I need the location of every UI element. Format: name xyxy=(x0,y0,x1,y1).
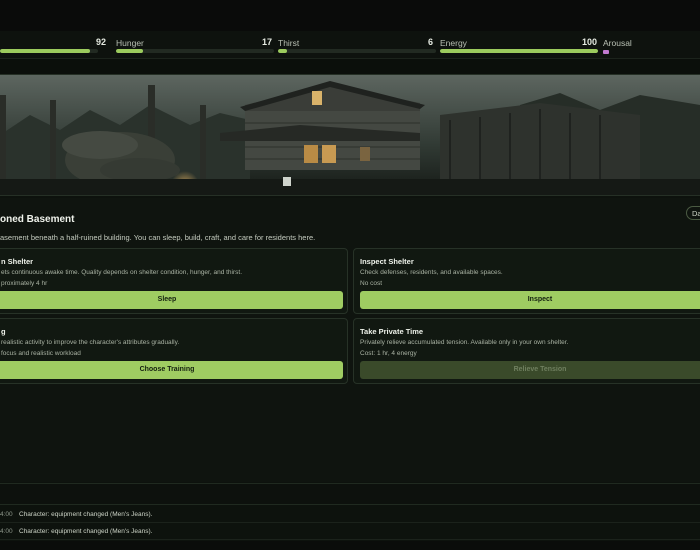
action-cost: No cost xyxy=(360,280,383,287)
action-title: g xyxy=(1,327,6,336)
action-card-inspect: Inspect Shelter Check defenses, resident… xyxy=(353,248,700,314)
location-badge[interactable]: Da xyxy=(686,206,700,220)
energy-bar xyxy=(440,49,598,53)
action-cost: Cost: 1 hr, 4 energy xyxy=(360,350,417,357)
log-time: 4:00 xyxy=(0,511,13,518)
location-description: asement beneath a half-ruined building. … xyxy=(0,233,316,242)
arousal-label: Arousal xyxy=(603,38,632,48)
thirst-value: 6 xyxy=(428,37,434,47)
action-description: Check defenses, residents, and available… xyxy=(360,269,503,276)
log-entry: 4:00 Character: equipment changed (Men's… xyxy=(0,507,700,523)
log-time: 4:00 xyxy=(0,528,13,535)
sleep-button[interactable]: Sleep xyxy=(0,291,343,309)
thirst-fill xyxy=(278,49,288,53)
action-description: realistic activity to improve the charac… xyxy=(1,339,180,346)
log-text: Character: equipment changed (Men's Jean… xyxy=(19,528,153,535)
action-card-sleep: n Shelter ets continuous awake time. Qua… xyxy=(0,248,348,314)
action-title: Inspect Shelter xyxy=(360,257,414,266)
action-cost: focus and realistic workload xyxy=(1,350,81,357)
action-description: Privately relieve accumulated tension. A… xyxy=(360,339,569,346)
log-text: Character: equipment changed (Men's Jean… xyxy=(19,511,153,518)
action-description: ets continuous awake time. Quality depen… xyxy=(1,269,243,276)
hunger-value: 17 xyxy=(262,37,273,47)
inspect-button[interactable]: Inspect xyxy=(360,291,700,309)
health-bar xyxy=(0,49,98,53)
hunger-bar xyxy=(116,49,274,53)
hunger-label: Hunger xyxy=(116,38,144,48)
arousal-indicator xyxy=(603,50,609,54)
health-value: 92 xyxy=(96,37,107,47)
action-title: Take Private Time xyxy=(360,327,424,336)
action-card-training: g realistic activity to improve the char… xyxy=(0,318,348,384)
location-scene-image xyxy=(0,74,700,196)
action-cost: proximately 4 hr xyxy=(1,280,48,287)
event-log-header xyxy=(0,483,700,505)
location-title: oned Basement xyxy=(0,214,75,225)
location-panel: oned Basement Da asement beneath a half-… xyxy=(0,198,700,482)
health-fill xyxy=(0,49,91,53)
top-bar xyxy=(0,0,700,31)
thirst-bar xyxy=(278,49,436,53)
action-title: n Shelter xyxy=(1,257,34,266)
hunger-fill xyxy=(116,49,143,53)
action-card-private-time: Take Private Time Privately relieve accu… xyxy=(353,318,700,384)
thirst-label: Thirst xyxy=(278,38,300,48)
log-entry: 4:00 Character: equipment changed (Men's… xyxy=(0,524,700,540)
energy-fill xyxy=(440,49,598,53)
stats-bar: 92 Hunger 17 Thirst 6 Energy 100 Arousal xyxy=(0,31,700,59)
bottom-bar xyxy=(0,541,700,550)
choose-training-button[interactable]: Choose Training xyxy=(0,361,343,379)
energy-label: Energy xyxy=(440,38,467,48)
ruined-house-illustration xyxy=(0,75,700,195)
header-spacer xyxy=(0,59,700,74)
energy-value: 100 xyxy=(582,37,598,47)
relieve-tension-button[interactable]: Relieve Tension xyxy=(360,361,700,379)
